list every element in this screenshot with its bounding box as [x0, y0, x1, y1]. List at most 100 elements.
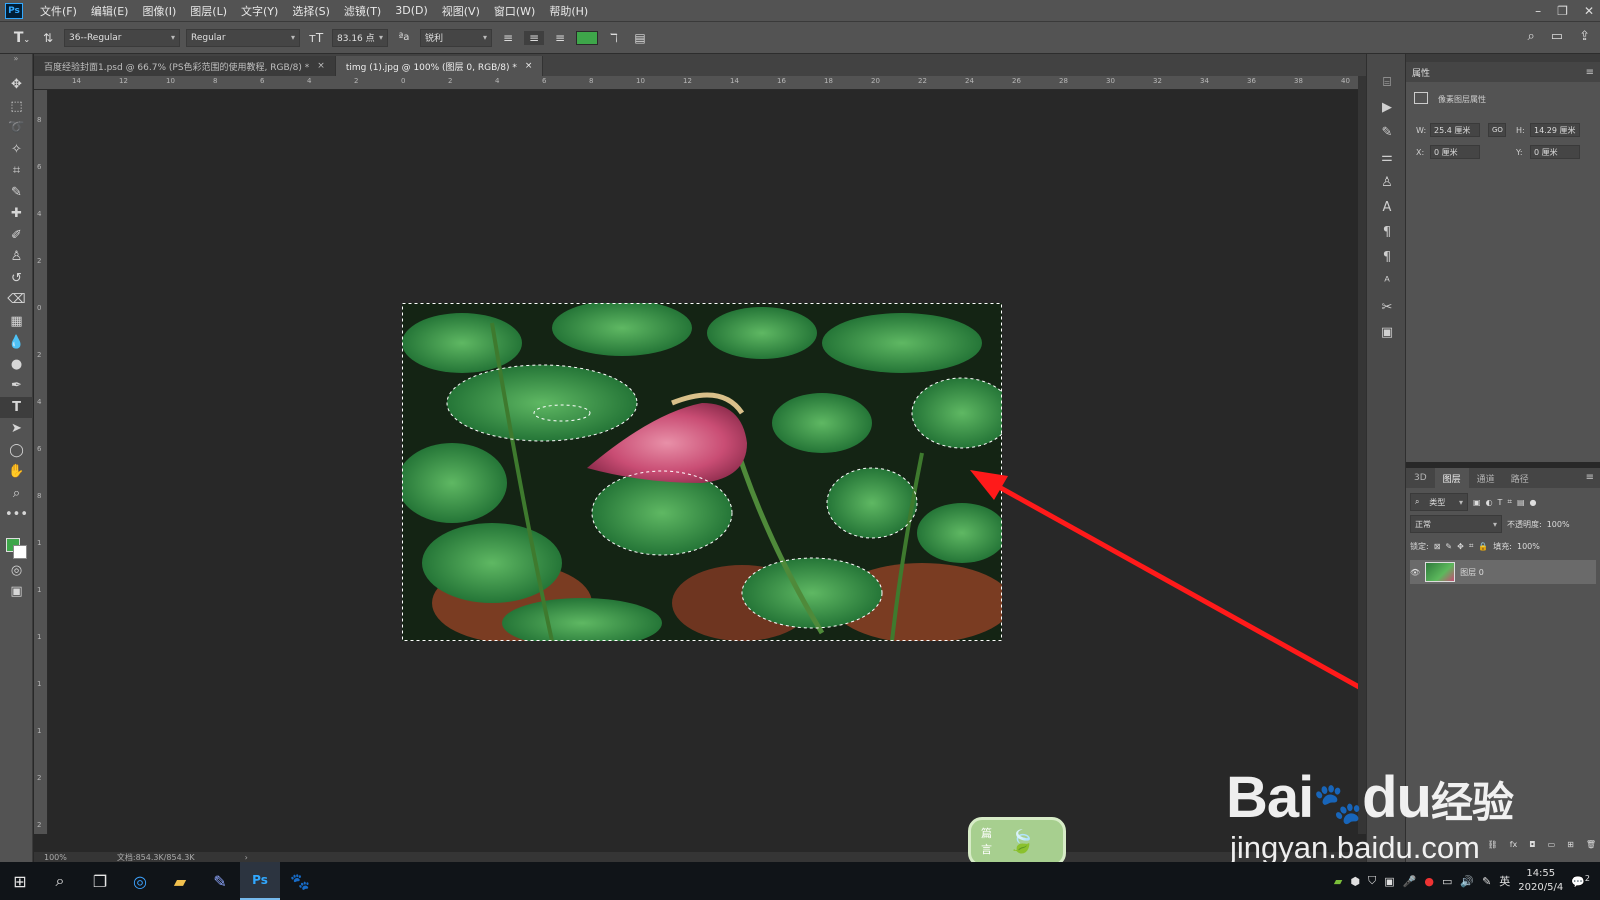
fill-value[interactable]: 100%: [1517, 542, 1540, 551]
zoom-level[interactable]: 100%: [44, 853, 67, 862]
tab-3d[interactable]: 3D: [1406, 468, 1435, 488]
notification-icon[interactable]: 💬2: [1571, 874, 1590, 889]
menu-view[interactable]: 视图(V): [435, 3, 487, 19]
file-explorer-icon[interactable]: ▰: [160, 862, 200, 900]
browser-icon[interactable]: ◎: [120, 862, 160, 900]
lock-transparency-icon[interactable]: ⊠: [1434, 542, 1441, 551]
align-right-icon[interactable]: ≡: [550, 31, 570, 45]
minimize-icon[interactable]: –: [1535, 4, 1541, 18]
system-clock[interactable]: 14:55 2020/5/4: [1518, 867, 1563, 895]
crop-tool-icon[interactable]: ⌗: [0, 160, 33, 182]
delete-layer-icon[interactable]: 🗑: [1586, 840, 1596, 849]
layer-filter-select[interactable]: ⌕ 类型 ▾: [1410, 493, 1468, 511]
menu-edit[interactable]: 编辑(E): [84, 3, 136, 19]
history-panel-icon[interactable]: ⌸: [1367, 70, 1407, 95]
width-field[interactable]: 25.4 厘米: [1430, 123, 1480, 137]
search-icon[interactable]: ⌕: [1528, 29, 1535, 44]
adjustments-icon[interactable]: ⚌: [1367, 145, 1407, 170]
healing-tool-icon[interactable]: ✚: [0, 203, 33, 225]
text-color-swatch[interactable]: [576, 30, 598, 45]
character-icon[interactable]: A: [1367, 195, 1407, 220]
floating-badge[interactable]: 篇 言 🍃: [968, 817, 1066, 867]
path-select-tool-icon[interactable]: ➤: [0, 418, 33, 440]
panel-menu-icon[interactable]: ≡: [1586, 472, 1594, 483]
restore-icon[interactable]: ❐: [1557, 4, 1568, 18]
eraser-tool-icon[interactable]: ⌫: [0, 289, 33, 311]
close-icon[interactable]: ×: [317, 61, 325, 71]
tab-layers[interactable]: 图层: [1434, 468, 1469, 488]
menu-3d[interactable]: 3D(D): [388, 4, 435, 17]
menu-layer[interactable]: 图层(L): [183, 3, 234, 19]
new-layer-icon[interactable]: ⊞: [1567, 840, 1574, 849]
tray-nvidia-icon[interactable]: ▰: [1334, 875, 1342, 888]
lasso-tool-icon[interactable]: ➰: [0, 117, 33, 139]
menu-help[interactable]: 帮助(H): [542, 3, 595, 19]
close-icon[interactable]: ✕: [1584, 4, 1594, 18]
x-field[interactable]: 0 厘米: [1430, 145, 1480, 159]
tray-security-icon[interactable]: ●: [1424, 875, 1434, 888]
marquee-tool-icon[interactable]: ⬚: [0, 96, 33, 118]
quick-mask-icon[interactable]: ◎: [0, 560, 33, 582]
eyedropper-tool-icon[interactable]: ✎: [0, 182, 33, 204]
ellipse-tool-icon[interactable]: ◯: [0, 440, 33, 462]
tab-channels[interactable]: 通道: [1469, 468, 1503, 488]
font-family-select[interactable]: 36--Regular ▾: [64, 28, 180, 47]
link-layers-icon[interactable]: ⛓: [1488, 840, 1498, 849]
background-color[interactable]: [13, 544, 27, 559]
filter-smart-icon[interactable]: ▤: [1517, 498, 1525, 507]
vertical-scrollbar[interactable]: [1358, 76, 1366, 834]
actions-play-icon[interactable]: ▶: [1367, 95, 1407, 120]
add-mask-icon[interactable]: ◘: [1529, 840, 1535, 849]
font-size-select[interactable]: 83.16 点 ▾: [332, 28, 388, 47]
layer-name[interactable]: 图层 0: [1460, 567, 1484, 578]
status-menu-icon[interactable]: ›: [245, 853, 248, 862]
lotus-photo[interactable]: [402, 303, 1002, 641]
tray-mic-icon[interactable]: 🎤: [1403, 875, 1417, 888]
photoshop-taskbar-icon[interactable]: Ps: [240, 862, 280, 900]
new-group-icon[interactable]: ▭: [1548, 840, 1556, 849]
layer-row[interactable]: 👁 图层 0: [1410, 560, 1596, 584]
menu-select[interactable]: 选择(S): [285, 3, 337, 19]
screen-mode-icon[interactable]: ▣: [0, 581, 33, 603]
ime-indicator[interactable]: 英: [1499, 873, 1510, 889]
warp-text-icon[interactable]: ℸ: [604, 31, 624, 45]
lock-all-icon[interactable]: 🔒: [1478, 542, 1488, 551]
libraries-icon[interactable]: ▣: [1367, 320, 1407, 345]
toggle-orientation-icon[interactable]: ⇅: [38, 31, 58, 45]
menu-filter[interactable]: 滤镜(T): [337, 3, 388, 19]
task-view-icon[interactable]: ❐: [80, 862, 120, 900]
workspace-icon[interactable]: ▭: [1551, 29, 1563, 44]
paragraph-icon[interactable]: ¶: [1367, 220, 1407, 245]
tab-paths[interactable]: 路径: [1503, 468, 1537, 488]
filter-toggle-icon[interactable]: ●: [1530, 498, 1537, 507]
align-center-icon[interactable]: ≡: [524, 30, 544, 45]
properties-title[interactable]: 属性: [1412, 66, 1430, 79]
lock-position-icon[interactable]: ✥: [1457, 542, 1464, 551]
align-left-icon[interactable]: ≡: [498, 31, 518, 45]
stamp-tool-icon[interactable]: ♙: [0, 246, 33, 268]
dodge-tool-icon[interactable]: ●: [0, 354, 33, 376]
tool-presets-icon[interactable]: ✂: [1367, 295, 1407, 320]
baidu-taskbar-icon[interactable]: 🐾: [280, 862, 320, 900]
tray-display-icon[interactable]: ▭: [1442, 875, 1452, 888]
tab-document-1[interactable]: 百度经验封面1.psd @ 66.7% (PS色彩范围的使用教程, RGB/8)…: [34, 56, 336, 76]
zoom-tool-icon[interactable]: ⌕: [0, 483, 33, 505]
blend-mode-select[interactable]: 正常 ▾: [1410, 515, 1502, 533]
lock-pixels-icon[interactable]: ✎: [1445, 542, 1452, 551]
toolbar-collapse-icon[interactable]: »: [0, 54, 32, 74]
tab-document-2[interactable]: timg (1).jpg @ 100% (图层 0, RGB/8) * ×: [335, 56, 544, 76]
more-tools-icon[interactable]: •••: [0, 504, 33, 526]
magic-wand-tool-icon[interactable]: ✧: [0, 139, 33, 161]
windows-start-icon[interactable]: ⊞: [0, 862, 40, 900]
character-panel-icon[interactable]: ▤: [630, 31, 650, 45]
menu-image[interactable]: 图像(I): [135, 3, 183, 19]
paragraph-styles-icon[interactable]: ¶: [1367, 245, 1407, 270]
filter-type-icon[interactable]: T: [1498, 498, 1503, 507]
tray-app-icon[interactable]: ⬢: [1350, 875, 1360, 888]
font-style-select[interactable]: Regular ▾: [186, 28, 300, 47]
add-style-icon[interactable]: fx: [1510, 840, 1518, 849]
hand-tool-icon[interactable]: ✋: [0, 461, 33, 483]
filter-pixel-icon[interactable]: ▣: [1473, 498, 1481, 507]
gradient-tool-icon[interactable]: ▦: [0, 311, 33, 333]
y-field[interactable]: 0 厘米: [1530, 145, 1580, 159]
